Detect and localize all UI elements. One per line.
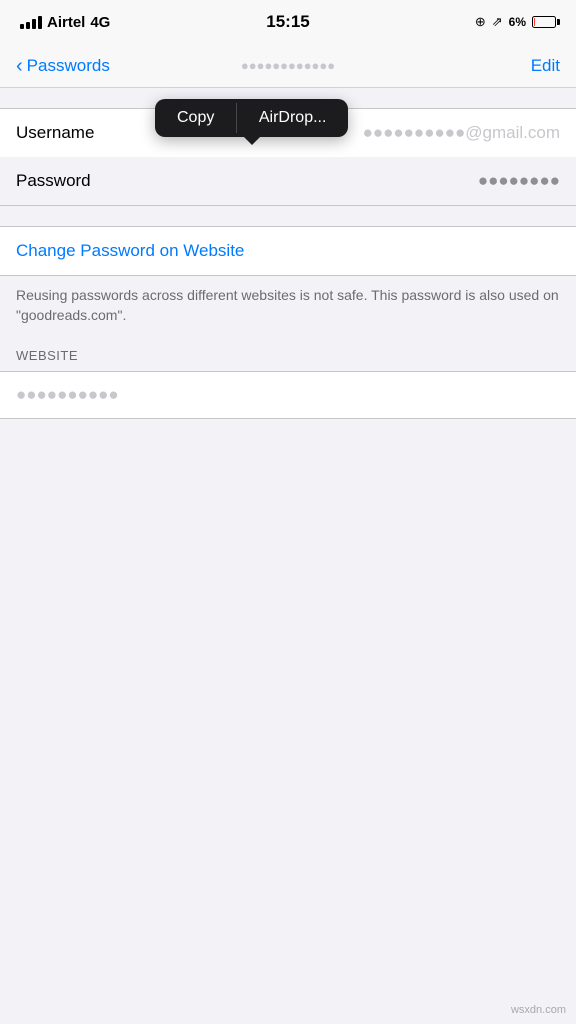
carrier-name: Airtel — [47, 14, 85, 31]
airdrop-icon: ⇗ — [492, 14, 503, 30]
location-icon: ⊕ — [475, 14, 486, 30]
status-bar: Airtel 4G 15:15 ⊕ ⇗ 6% — [0, 0, 576, 44]
edit-button[interactable]: Edit — [531, 56, 560, 76]
password-label: Password — [16, 171, 116, 191]
website-section-label: WEBSITE — [16, 348, 78, 363]
username-row[interactable]: Username ●●●●●●●●●●@gmail.com Copy AirDr… — [0, 109, 576, 157]
warning-text: Reusing passwords across different websi… — [16, 286, 560, 325]
status-icons: ⊕ ⇗ 6% — [475, 14, 556, 30]
back-button[interactable]: ‹ Passwords — [16, 56, 110, 76]
chevron-left-icon: ‹ — [16, 56, 23, 76]
status-time: 15:15 — [266, 12, 309, 32]
navigation-bar: ‹ Passwords ●●●●●●●●●●●● Edit — [0, 44, 576, 88]
carrier-info: Airtel 4G — [20, 14, 110, 31]
website-section-content: ●●●●●●●●●● — [0, 371, 576, 419]
context-menu-popup: Copy AirDrop... — [155, 99, 348, 137]
website-value: ●●●●●●●●●● — [16, 385, 119, 404]
back-label: Passwords — [27, 56, 110, 76]
airdrop-button[interactable]: AirDrop... — [237, 99, 349, 137]
battery-percent: 6% — [509, 15, 526, 29]
bottom-empty-area — [0, 419, 576, 819]
warning-section: Reusing passwords across different websi… — [0, 276, 576, 341]
signal-icon — [20, 16, 42, 29]
change-password-section: Change Password on Website — [0, 226, 576, 276]
watermark: wsxdn.com — [511, 1004, 566, 1016]
page-title: ●●●●●●●●●●●● — [241, 58, 335, 73]
password-value: ●●●●●●●● — [116, 171, 560, 191]
change-password-button[interactable]: Change Password on Website — [16, 241, 244, 260]
website-section-header: WEBSITE — [0, 341, 576, 371]
network-type: 4G — [90, 14, 110, 31]
credentials-section: Username ●●●●●●●●●●@gmail.com Copy AirDr… — [0, 108, 576, 206]
password-row[interactable]: Password ●●●●●●●● — [0, 157, 576, 205]
username-label: Username — [16, 123, 116, 143]
copy-button[interactable]: Copy — [155, 99, 236, 137]
battery-icon — [532, 16, 556, 28]
content-area: Username ●●●●●●●●●●@gmail.com Copy AirDr… — [0, 88, 576, 819]
